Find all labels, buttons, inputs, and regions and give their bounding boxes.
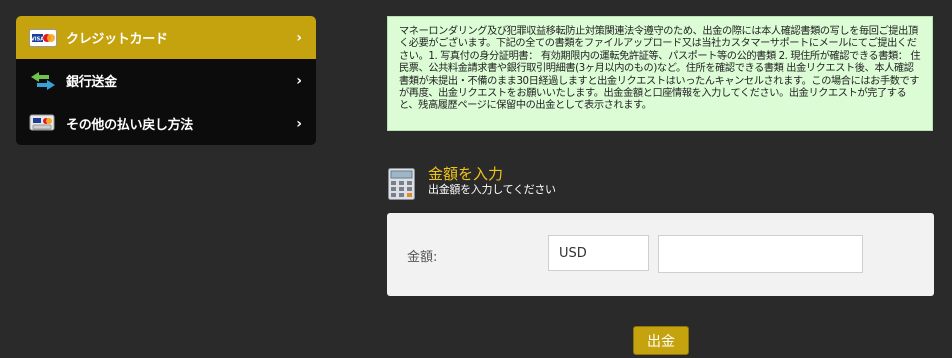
chevron-right-icon: ›: [296, 115, 302, 132]
currency-field: USD: [548, 235, 649, 271]
sidebar-item-label: クレジットカード: [66, 32, 168, 47]
withdraw-button[interactable]: 出金: [633, 326, 689, 355]
visa-mastercard-icon: VISA: [28, 28, 58, 48]
credit-cards-icon: [28, 114, 58, 134]
sidebar-item-other-refund[interactable]: その他の払い戻し方法 ›: [16, 102, 316, 145]
sidebar-item-label: その他の払い戻し方法: [66, 118, 194, 133]
svg-text:VISA: VISA: [31, 36, 44, 42]
payment-method-sidebar: VISA クレジットカード › 銀行送金 › その他の払い戻し方法 ›: [16, 16, 316, 145]
section-subtitle: 出金額を入力してください: [428, 183, 556, 196]
sidebar-item-label: 銀行送金: [66, 75, 117, 90]
sidebar-item-bank-transfer[interactable]: 銀行送金 ›: [16, 59, 316, 102]
kyc-notice: マネーロンダリング及び犯罪収益移転防止対策関連法令遵守のため、出金の際には本人確…: [387, 16, 933, 131]
amount-panel: 金額: USD: [387, 213, 934, 296]
amount-input[interactable]: [658, 235, 863, 273]
calculator-icon: [388, 168, 415, 200]
amount-label: 金額:: [407, 250, 438, 265]
chevron-right-icon: ›: [296, 72, 302, 89]
chevron-right-icon: ›: [296, 29, 302, 46]
sidebar-item-credit-card[interactable]: VISA クレジットカード ›: [16, 16, 316, 59]
bank-transfer-arrows-icon: [28, 71, 58, 91]
